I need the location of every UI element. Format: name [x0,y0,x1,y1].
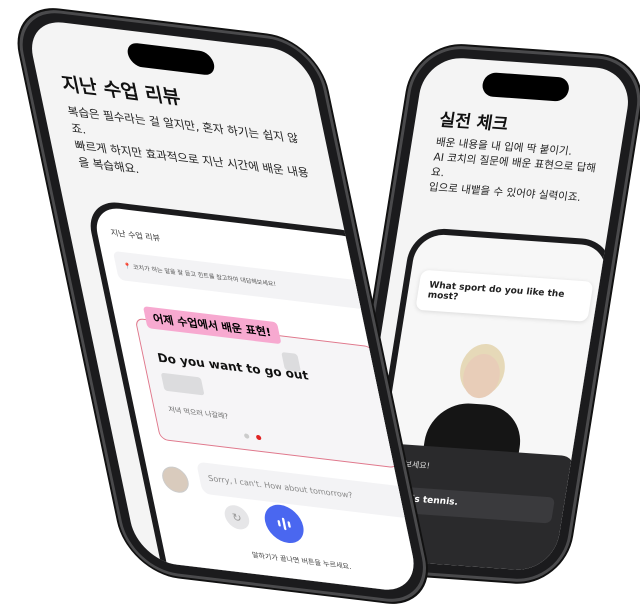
review-screen: 지난 수업 리뷰 📍 코치가 하는 말을 잘 듣고 힌트를 참고하여 대답해보세… [91,205,421,594]
expression-card: 어제 수업에서 배운 표현! Do you want to go out 저녁 … [134,306,399,469]
footer-instruction: 말하기가 끝나면 버튼을 누르세요. [251,551,353,572]
highlight-label: 어제 수업에서 배운 표현! [142,306,282,345]
pin-icon: 📍 [123,262,133,271]
screen-title: 지난 수업 리뷰 [109,228,162,244]
question-card: What sport do you like the most? [415,269,594,322]
coach-avatar [159,465,192,495]
section-description: 복습은 필수라는 걸 알지만, 혼자 하기는 쉽지 않죠. 빠르게 하지만 효과… [66,103,322,200]
retry-button[interactable]: ↻ [222,503,252,531]
nested-phone: 지난 수업 리뷰 📍 코치가 하는 말을 잘 듣고 힌트를 참고하여 대답해보세… [84,198,421,594]
hint-text: 코치가 하는 말을 잘 듣고 힌트를 참고하여 대답해보세요! [132,263,277,289]
refresh-icon: ↻ [230,510,243,525]
dynamic-island [125,41,217,77]
translation-text: 저녁 먹으러 나갈래? [167,405,230,421]
page-dot[interactable] [243,433,250,439]
left-phone: 지난 수업 리뷰 복습은 필수라는 걸 알지만, 혼자 하기는 쉽지 않죠. 빠… [14,8,432,604]
speak-button[interactable] [261,502,308,546]
section-description: 배운 내용을 내 입에 딱 붙이기. AI 코치의 질문에 배운 표현으로 답해… [427,135,605,207]
voice-wave-icon [277,517,291,531]
page-dot-active[interactable] [255,434,262,441]
section-heading: 실전 체크 [437,110,510,136]
blank-slot [160,372,205,396]
hint-box: 📍 코치가 하는 말을 잘 듣고 힌트를 참고하여 대답해보세요! [112,250,371,311]
dynamic-island [480,71,571,102]
left-phone-screen: 지난 수업 리뷰 복습은 필수라는 걸 알지만, 혼자 하기는 쉽지 않죠. 빠… [24,18,421,594]
